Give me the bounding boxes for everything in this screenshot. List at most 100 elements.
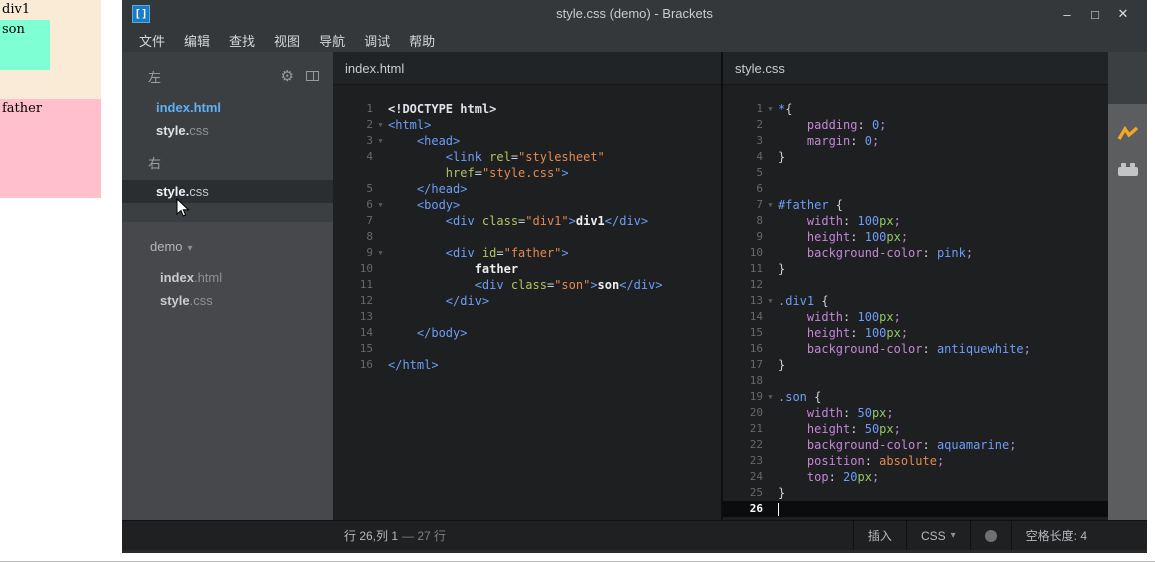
menu-item[interactable]: 导航: [319, 31, 345, 50]
code-area-right[interactable]: 1▼*{2 padding: 0;3 margin: 0;4}567▼#fath…: [723, 85, 1108, 520]
fold-gutter: [373, 181, 388, 197]
menu-item[interactable]: 查找: [229, 31, 255, 50]
code-line[interactable]: 26: [723, 501, 1108, 517]
code-line[interactable]: 22 background-color: aquamarine;: [723, 437, 1108, 453]
fold-arrow-icon[interactable]: ▼: [373, 133, 388, 149]
code-line[interactable]: 12 </div>: [333, 293, 721, 309]
browser-preview: div1 father son: [0, 0, 122, 562]
code-line[interactable]: 7▼#father {: [723, 197, 1108, 213]
code-line[interactable]: 13▼.div1 {: [723, 293, 1108, 309]
indent-size-setting[interactable]: 空格长度: 4: [1011, 521, 1101, 550]
live-preview-icon[interactable]: [1117, 126, 1139, 147]
code-line[interactable]: 16 background-color: antiquewhite;: [723, 341, 1108, 357]
menu-item[interactable]: 编辑: [184, 31, 210, 50]
line-number: 6: [723, 181, 763, 197]
code-line[interactable]: 13: [333, 309, 721, 325]
close-button[interactable]: ✕: [1109, 6, 1137, 22]
fold-gutter: [763, 469, 778, 485]
code-text: *{: [778, 101, 1108, 117]
code-line[interactable]: 6: [723, 181, 1108, 197]
menu-item[interactable]: 视图: [274, 31, 300, 50]
code-line[interactable]: 1<!DOCTYPE html>: [333, 101, 721, 117]
menu-item[interactable]: 文件: [139, 31, 165, 50]
code-line[interactable]: 3▼ <head>: [333, 133, 721, 149]
fold-arrow-icon[interactable]: ▼: [763, 101, 778, 117]
maximize-button[interactable]: □: [1081, 7, 1109, 22]
working-file-item[interactable]: style.css: [122, 119, 333, 142]
minimize-button[interactable]: –: [1053, 7, 1081, 22]
split-view-icon[interactable]: [306, 71, 319, 81]
code-line[interactable]: 24 top: 20px;: [723, 469, 1108, 485]
code-line[interactable]: 4}: [723, 149, 1108, 165]
code-line[interactable]: 6▼ <body>: [333, 197, 721, 213]
working-files-panel: 左 ⚙ index.htmlstyle.css 右 style.css: [122, 52, 333, 203]
code-line[interactable]: 21 height: 50px;: [723, 421, 1108, 437]
code-text: [778, 277, 1108, 293]
working-file-item[interactable]: style.css: [122, 180, 333, 203]
fold-gutter: [763, 309, 778, 325]
fold-arrow-icon[interactable]: ▼: [763, 389, 778, 405]
code-line[interactable]: 19▼.son {: [723, 389, 1108, 405]
insert-mode-indicator[interactable]: 插入: [853, 521, 906, 550]
code-text: <head>: [388, 133, 721, 149]
extension-manager-icon[interactable]: [1118, 163, 1138, 176]
code-line[interactable]: 25}: [723, 485, 1108, 501]
code-line[interactable]: 15: [333, 341, 721, 357]
fold-arrow-icon[interactable]: ▼: [763, 197, 778, 213]
code-line[interactable]: 1▼*{: [723, 101, 1108, 117]
code-line[interactable]: 4 <link rel="stylesheet": [333, 149, 721, 165]
code-line[interactable]: 5: [723, 165, 1108, 181]
preview-son-box: son: [0, 20, 50, 70]
code-line[interactable]: 7 <div class="div1">div1</div>: [333, 213, 721, 229]
line-number: 1: [723, 101, 763, 117]
code-line[interactable]: 11 <div class="son">son</div>: [333, 277, 721, 293]
line-number: 16: [333, 357, 373, 373]
fold-gutter: [763, 165, 778, 181]
code-line[interactable]: 8: [333, 229, 721, 245]
line-number: 9: [723, 229, 763, 245]
line-number: 8: [333, 229, 373, 245]
code-line[interactable]: 12: [723, 277, 1108, 293]
menu-item[interactable]: 帮助: [409, 31, 435, 50]
line-number: 21: [723, 421, 763, 437]
code-line[interactable]: 2 padding: 0;: [723, 117, 1108, 133]
code-line[interactable]: 14 width: 100px;: [723, 309, 1108, 325]
code-line[interactable]: href="style.css">: [333, 165, 721, 181]
code-line[interactable]: 10 background-color: pink;: [723, 245, 1108, 261]
code-line[interactable]: 23 position: absolute;: [723, 453, 1108, 469]
code-line[interactable]: 17}: [723, 357, 1108, 373]
code-line[interactable]: 15 height: 100px;: [723, 325, 1108, 341]
fold-gutter: [373, 325, 388, 341]
fold-arrow-icon[interactable]: ▼: [373, 117, 388, 133]
status-bar: 行 26,列 1 — 27 行 插入 CSS ▾ 空格长度: 4: [122, 520, 1147, 550]
gear-icon[interactable]: ⚙: [281, 67, 294, 85]
code-line[interactable]: 9 height: 100px;: [723, 229, 1108, 245]
menu-item[interactable]: 调试: [364, 31, 390, 50]
code-line[interactable]: 10 father: [333, 261, 721, 277]
fold-arrow-icon[interactable]: ▼: [763, 293, 778, 309]
fold-arrow-icon[interactable]: ▼: [373, 245, 388, 261]
code-line[interactable]: 9▼ <div id="father">: [333, 245, 721, 261]
code-line[interactable]: 18: [723, 373, 1108, 389]
file-name: index.html: [156, 100, 221, 115]
project-dropdown[interactable]: demo▾: [122, 234, 333, 260]
project-file-item[interactable]: index.html: [122, 266, 333, 289]
brackets-window: [] style.css (demo) - Brackets – □ ✕ 文件编…: [122, 0, 1147, 553]
code-line[interactable]: 2▼<html>: [333, 117, 721, 133]
project-file-item[interactable]: style.css: [122, 289, 333, 312]
fold-arrow-icon[interactable]: ▼: [373, 197, 388, 213]
code-area-left[interactable]: 1<!DOCTYPE html>2▼<html>3▼ <head>4 <link…: [333, 85, 721, 520]
code-line[interactable]: 3 margin: 0;: [723, 133, 1108, 149]
working-file-item[interactable]: index.html: [122, 96, 333, 119]
code-line[interactable]: 8 width: 100px;: [723, 213, 1108, 229]
code-line[interactable]: 16</html>: [333, 357, 721, 373]
code-line[interactable]: 11}: [723, 261, 1108, 277]
line-number: 15: [333, 341, 373, 357]
code-line[interactable]: 14 </body>: [333, 325, 721, 341]
fold-gutter: [373, 213, 388, 229]
language-selector[interactable]: CSS ▾: [906, 521, 970, 550]
line-number: 15: [723, 325, 763, 341]
lint-status-indicator[interactable]: [970, 521, 1011, 550]
code-line[interactable]: 5 </head>: [333, 181, 721, 197]
code-line[interactable]: 20 width: 50px;: [723, 405, 1108, 421]
